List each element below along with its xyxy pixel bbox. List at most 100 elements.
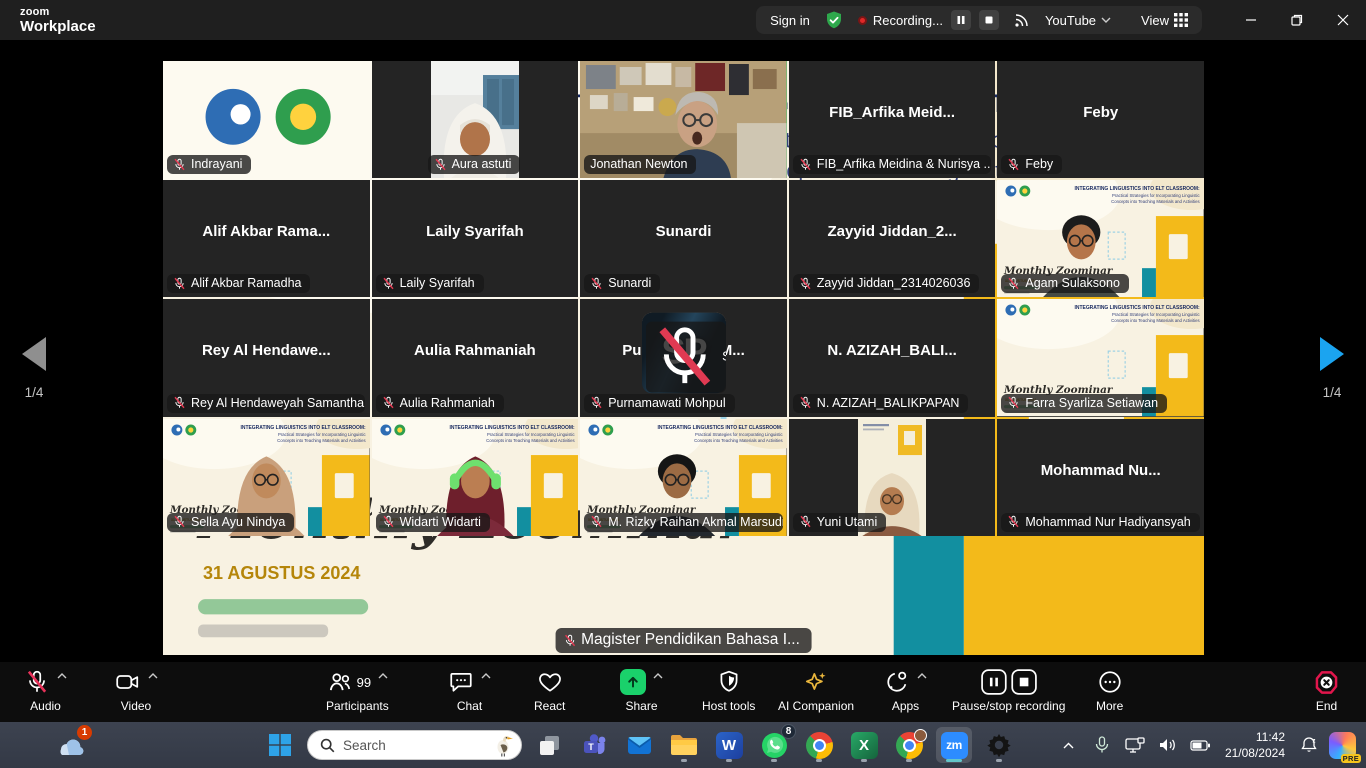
- participant-tile[interactable]: Laily SyarifahLaily Syarifah: [372, 180, 579, 297]
- zoom-app-icon[interactable]: zm: [936, 727, 972, 763]
- svg-text:INTEGRATING LINGUISTICS INTO E: INTEGRATING LINGUISTICS INTO ELT CLASSRO…: [449, 425, 574, 431]
- start-button[interactable]: [262, 727, 298, 763]
- recording-label: Recording...: [873, 13, 943, 28]
- teams-icon[interactable]: T: [576, 727, 612, 763]
- participant-tile[interactable]: SunardiSunardi: [580, 180, 787, 297]
- copilot-pre-badge: PRE: [1341, 754, 1361, 763]
- tray-cast-display-icon[interactable]: [1122, 730, 1148, 760]
- brand-zoom: zoom: [20, 7, 96, 18]
- participant-nameplate: FIB_Arfika Meidina & Nurisya ...: [793, 155, 991, 174]
- tray-microphone-icon[interactable]: [1089, 730, 1115, 760]
- chrome-profile-icon[interactable]: [891, 727, 927, 763]
- participant-tile[interactable]: Jonathan Newton: [580, 61, 787, 178]
- minimize-button[interactable]: [1228, 0, 1274, 40]
- participant-tile[interactable]: N. AZIZAH_BALI...N. AZIZAH_BALIKPAPAN: [789, 299, 996, 416]
- participant-nameplate: Feby: [1001, 155, 1062, 174]
- encryption-shield-icon[interactable]: [824, 10, 844, 30]
- onedrive-icon[interactable]: 1: [52, 728, 88, 764]
- end-button[interactable]: End: [1313, 667, 1340, 713]
- video-button[interactable]: Video: [114, 667, 158, 713]
- host-tools-button[interactable]: Host tools: [702, 667, 755, 713]
- svg-text:Practical Strategies for Incor: Practical Strategies for Incorporating L…: [1112, 312, 1200, 317]
- participant-nameplate-text: Zayyid Jiddan_2314026036: [817, 276, 971, 290]
- pause-stop-recording-button[interactable]: Pause/stop recording: [952, 667, 1065, 713]
- excel-letter: X: [859, 737, 869, 754]
- share-button[interactable]: Share: [620, 667, 663, 713]
- close-button[interactable]: [1320, 0, 1366, 40]
- mail-icon[interactable]: [621, 727, 657, 763]
- view-button[interactable]: View: [1141, 13, 1188, 28]
- participant-nameplate: Sella Ayu Nindya: [167, 513, 294, 532]
- ai-companion-button[interactable]: AI Companion: [778, 667, 854, 713]
- task-view-icon[interactable]: [531, 727, 567, 763]
- chevron-down-icon: [1101, 17, 1111, 23]
- participant-tile[interactable]: FebyFeby: [997, 61, 1204, 178]
- participant-tile[interactable]: Mohammad Nu...Mohammad Nur Hadiyansyah: [997, 419, 1204, 536]
- stop-recording-button[interactable]: [979, 10, 999, 30]
- participant-name: Alif Akbar Rama...: [163, 180, 370, 283]
- chrome-icon[interactable]: [801, 727, 837, 763]
- participant-tile[interactable]: Aulia RahmaniahAulia Rahmaniah: [372, 299, 579, 416]
- participant-tile[interactable]: Aura astuti: [372, 61, 579, 178]
- whatsapp-badge: 8: [781, 724, 796, 739]
- participant-tile[interactable]: INTEGRATING LINGUISTICS INTO ELT CLASSRO…: [997, 299, 1204, 416]
- grid-view-icon: [1174, 13, 1188, 27]
- tray-chevron-up-icon[interactable]: [1056, 730, 1082, 760]
- notification-bell-icon[interactable]: z: [1296, 730, 1322, 760]
- participant-nameplate: Sidik Prabowo _Univ. Mulawar...: [646, 322, 726, 393]
- tray-date: 21/08/2024: [1225, 745, 1285, 761]
- participant-tile[interactable]: INTEGRATING LINGUISTICS INTO ELT CLASSRO…: [372, 419, 579, 536]
- toolbar-label: AI Companion: [778, 699, 854, 713]
- participant-tile[interactable]: INTEGRATING LINGUISTICS INTO ELT CLASSRO…: [997, 180, 1204, 297]
- youtube-live-button[interactable]: YouTube: [1045, 13, 1111, 28]
- search-input[interactable]: Search: [307, 730, 522, 760]
- participant-tile[interactable]: SPSidik Prabowo _Univ. Mulawar...: [642, 313, 726, 397]
- participant-tile[interactable]: Zayyid Jiddan_2...Zayyid Jiddan_23140260…: [789, 180, 996, 297]
- gallery-next-button[interactable]: 1/4: [1306, 337, 1358, 400]
- sign-in-button[interactable]: Sign in: [770, 13, 810, 28]
- participant-nameplate-text: Aura astuti: [452, 157, 512, 171]
- participant-nameplate: Zayyid Jiddan_2314026036: [793, 274, 980, 293]
- search-icon: [320, 738, 335, 753]
- participant-tile[interactable]: FIB_Arfika Meid...FIB_Arfika Meidina & N…: [789, 61, 996, 178]
- svg-text:INTEGRATING LINGUISTICS INTO E: INTEGRATING LINGUISTICS INTO ELT CLASSRO…: [1075, 305, 1200, 311]
- meeting-stage: 1/4 IndrayaniIndrayaniINTEGRATING LINGUI…: [0, 40, 1366, 662]
- tray-speaker-icon[interactable]: [1155, 730, 1181, 760]
- file-explorer-icon[interactable]: [666, 727, 702, 763]
- settings-gear-icon[interactable]: [981, 727, 1017, 763]
- youtube-label: YouTube: [1045, 13, 1096, 28]
- participant-nameplate: Purnamawati Mohpul: [584, 394, 734, 413]
- apps-button[interactable]: Apps: [884, 667, 927, 713]
- gallery-prev-button[interactable]: 1/4: [8, 337, 60, 400]
- participant-tile[interactable]: INTEGRATING LINGUISTICS INTO ELT CLASSRO…: [163, 419, 370, 536]
- share-icon: [620, 669, 646, 695]
- more-button[interactable]: More: [1096, 667, 1123, 713]
- participants-button[interactable]: 99Participants: [326, 667, 389, 713]
- whatsapp-icon[interactable]: 8: [756, 727, 792, 763]
- word-icon[interactable]: W: [711, 727, 747, 763]
- participant-name: Sunardi: [580, 180, 787, 283]
- tray-battery-icon[interactable]: [1188, 730, 1214, 760]
- audio-button[interactable]: Audio: [24, 667, 67, 713]
- participant-nameplate-text: Alif Akbar Ramadha: [191, 276, 301, 290]
- copilot-icon[interactable]: PRE: [1329, 732, 1356, 759]
- participant-tile[interactable]: Alif Akbar Rama...Alif Akbar Ramadha: [163, 180, 370, 297]
- react-button[interactable]: React: [534, 667, 565, 713]
- mic-muted-icon: [382, 396, 395, 409]
- participant-nameplate: Mohammad Nur Hadiyansyah: [1001, 513, 1199, 532]
- participant-nameplate-text: M. Rizky Raihan Akmal Marsudi: [608, 515, 782, 529]
- participant-nameplate: Alif Akbar Ramadha: [167, 274, 310, 293]
- svg-text:Concepts into Teaching Materia: Concepts into Teaching Materials and Act…: [486, 438, 574, 443]
- chevron-up-icon: [653, 673, 663, 679]
- recording-indicator: Recording...: [858, 13, 943, 28]
- participant-tile[interactable]: Yuni Utami: [789, 419, 996, 536]
- svg-text:Practical Strategies for Incor: Practical Strategies for Incorporating L…: [278, 432, 366, 437]
- tray-clock[interactable]: 11:42 21/08/2024: [1221, 729, 1289, 761]
- participant-tile[interactable]: INTEGRATING LINGUISTICS INTO ELT CLASSRO…: [580, 419, 787, 536]
- chat-button[interactable]: Chat: [448, 667, 491, 713]
- excel-icon[interactable]: X: [846, 727, 882, 763]
- svg-text:INTEGRATING LINGUISTICS INTO E: INTEGRATING LINGUISTICS INTO ELT CLASSRO…: [658, 425, 783, 431]
- participant-tile[interactable]: Rey Al Hendawe...Rey Al Hendaweyah Saman…: [163, 299, 370, 416]
- restore-button[interactable]: [1274, 0, 1320, 40]
- pause-recording-button[interactable]: [951, 10, 971, 30]
